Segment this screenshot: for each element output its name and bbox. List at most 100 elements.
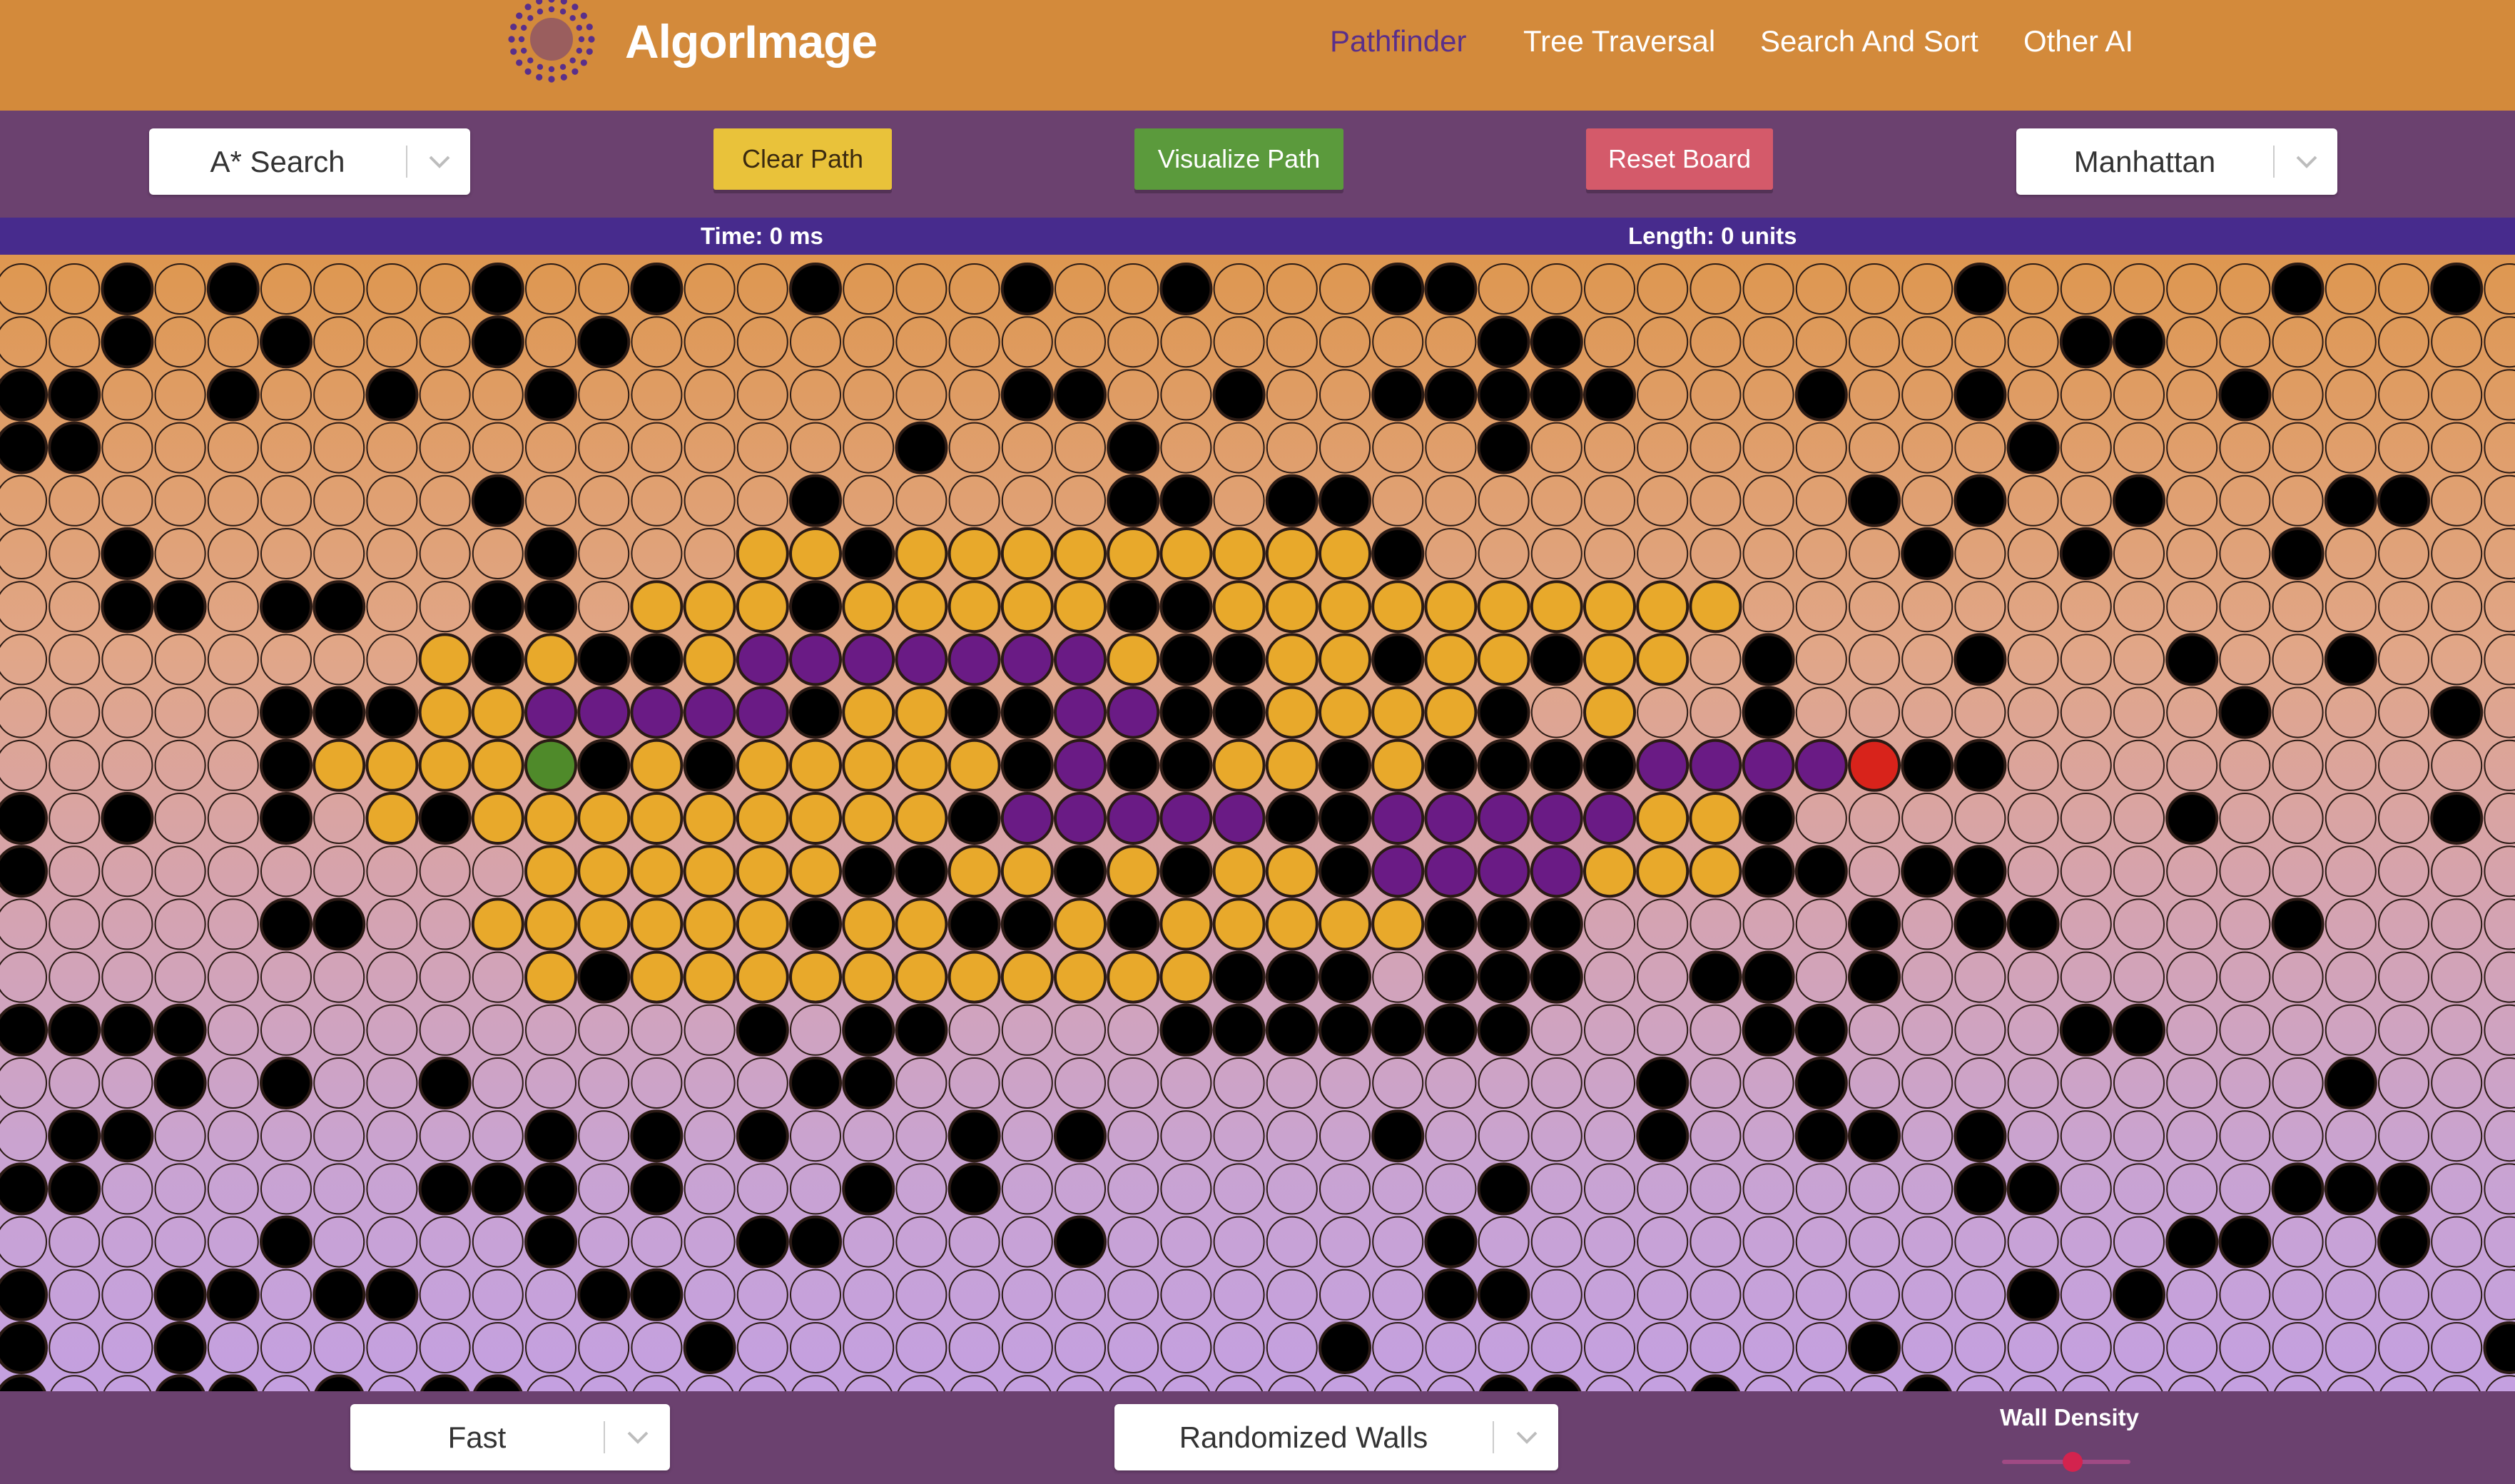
grid-cell-empty[interactable] bbox=[2166, 316, 2218, 368]
grid-cell-empty[interactable] bbox=[1372, 1269, 1424, 1321]
grid-cell-empty[interactable] bbox=[1742, 528, 1794, 579]
grid-cell-empty[interactable] bbox=[736, 422, 788, 474]
grid-cell-visited[interactable] bbox=[1265, 633, 1319, 686]
grid-cell-wall[interactable] bbox=[2113, 1003, 2165, 1057]
grid-cell-empty[interactable] bbox=[2272, 686, 2324, 738]
grid-cell-empty[interactable] bbox=[1795, 316, 1847, 368]
grid-cell-empty[interactable] bbox=[366, 634, 418, 686]
grid-cell-visited[interactable] bbox=[947, 950, 1001, 1004]
grid-cell-empty[interactable] bbox=[1795, 898, 1847, 950]
grid-cell-empty[interactable] bbox=[1319, 1163, 1371, 1215]
grid-cell-wall[interactable] bbox=[0, 368, 48, 422]
grid-cell-empty[interactable] bbox=[2325, 898, 2377, 950]
grid-cell-wall[interactable] bbox=[1319, 792, 1371, 845]
grid-cell-wall[interactable] bbox=[1953, 898, 2007, 951]
grid-cell-empty[interactable] bbox=[260, 951, 312, 1003]
grid-cell-empty[interactable] bbox=[1742, 898, 1794, 950]
grid-cell-empty[interactable] bbox=[895, 1110, 947, 1162]
grid-cell-empty[interactable] bbox=[578, 263, 630, 315]
grid-cell-empty[interactable] bbox=[1954, 793, 2006, 844]
grid-cell-wall[interactable] bbox=[577, 950, 631, 1004]
grid-cell-wall[interactable] bbox=[1212, 686, 1266, 739]
grid-cell-empty[interactable] bbox=[366, 316, 418, 368]
grid-cell-wall[interactable] bbox=[1901, 738, 1954, 792]
grid-cell-visited[interactable] bbox=[789, 950, 842, 1004]
grid-cell-wall[interactable] bbox=[260, 738, 313, 792]
grid-cell-empty[interactable] bbox=[2166, 422, 2218, 474]
grid-cell-visited[interactable] bbox=[1477, 580, 1530, 634]
grid-cell-wall[interactable] bbox=[2113, 474, 2165, 527]
grid-cell-empty[interactable] bbox=[2220, 1375, 2270, 1391]
grid-cell-empty[interactable] bbox=[2219, 951, 2271, 1003]
grid-cell-empty[interactable] bbox=[313, 793, 365, 844]
grid-cell-empty[interactable] bbox=[2272, 845, 2324, 898]
maze-select[interactable]: Randomized Walls bbox=[1114, 1404, 1558, 1470]
grid-cell-empty[interactable] bbox=[1795, 634, 1847, 686]
grid-cell-empty[interactable] bbox=[207, 951, 259, 1003]
grid-cell-empty[interactable] bbox=[2484, 581, 2515, 633]
grid-cell-wall[interactable] bbox=[1848, 474, 1901, 527]
grid-cell-visited[interactable] bbox=[1636, 845, 1690, 898]
grid-cell-empty[interactable] bbox=[2113, 845, 2165, 898]
grid-cell-empty[interactable] bbox=[366, 422, 418, 474]
grid-cell-wall[interactable] bbox=[1689, 950, 1742, 1004]
grid-cell-empty[interactable] bbox=[419, 422, 471, 474]
grid-cell-empty[interactable] bbox=[1213, 1057, 1265, 1109]
grid-cell-empty[interactable] bbox=[1319, 1216, 1371, 1268]
grid-cell-empty[interactable] bbox=[313, 1322, 365, 1373]
grid-cell-empty[interactable] bbox=[1901, 1216, 1953, 1268]
grid-cell-empty[interactable] bbox=[2431, 951, 2483, 1003]
grid-cell-empty[interactable] bbox=[2113, 1163, 2165, 1215]
grid-cell-empty[interactable] bbox=[1849, 1163, 1900, 1215]
grid-cell-empty[interactable] bbox=[1478, 474, 1530, 527]
grid-cell-empty[interactable] bbox=[843, 316, 895, 368]
grid-cell-visited[interactable] bbox=[471, 792, 524, 845]
grid-cell-empty[interactable] bbox=[1107, 369, 1159, 421]
grid-cell-empty[interactable] bbox=[366, 1004, 418, 1056]
grid-cell-empty[interactable] bbox=[2113, 422, 2165, 474]
grid-cell-visited[interactable] bbox=[789, 738, 842, 792]
grid-cell-wall[interactable] bbox=[1054, 368, 1107, 422]
grid-cell-empty[interactable] bbox=[896, 1375, 946, 1391]
grid-cell-wall[interactable] bbox=[1159, 845, 1213, 898]
grid-cell-wall[interactable] bbox=[365, 368, 419, 422]
grid-cell-visited[interactable] bbox=[947, 527, 1001, 580]
grid-cell-empty[interactable] bbox=[2060, 263, 2112, 315]
grid-cell-visited[interactable] bbox=[947, 580, 1001, 634]
grid-cell-visited[interactable] bbox=[683, 950, 736, 1004]
grid-cell-empty[interactable] bbox=[49, 1216, 101, 1268]
grid-cell-wall[interactable] bbox=[1424, 263, 1478, 315]
grid-cell-wall[interactable] bbox=[2165, 633, 2219, 686]
grid-cell-empty[interactable] bbox=[1849, 686, 1900, 738]
grid-cell-wall[interactable] bbox=[842, 1162, 895, 1216]
grid-cell-empty[interactable] bbox=[843, 1269, 895, 1321]
grid-cell-empty[interactable] bbox=[2326, 1375, 2376, 1391]
grid-cell-empty[interactable] bbox=[1742, 1163, 1794, 1215]
grid-cell-path[interactable] bbox=[683, 686, 736, 739]
grid-cell-wall[interactable] bbox=[418, 1057, 472, 1109]
grid-cell-empty[interactable] bbox=[525, 422, 576, 474]
grid-cell-empty[interactable] bbox=[1901, 1322, 1953, 1373]
grid-cell-visited[interactable] bbox=[683, 580, 736, 634]
grid-cell-empty[interactable] bbox=[1107, 1322, 1159, 1373]
grid-cell-empty[interactable] bbox=[0, 1110, 47, 1162]
grid-cell-wall[interactable] bbox=[577, 738, 631, 792]
grid-cell-wall[interactable] bbox=[0, 1162, 48, 1216]
grid-cell-wall[interactable] bbox=[101, 315, 154, 369]
grid-cell-empty[interactable] bbox=[2378, 793, 2429, 844]
grid-cell-empty[interactable] bbox=[1213, 263, 1265, 315]
grid-cell-empty[interactable] bbox=[843, 1375, 893, 1391]
grid-cell-visited[interactable] bbox=[842, 580, 895, 634]
grid-cell-visited[interactable] bbox=[1265, 845, 1319, 898]
grid-cell-wall[interactable] bbox=[1902, 1374, 1952, 1391]
grid-cell-wall[interactable] bbox=[2324, 1057, 2377, 1109]
grid-cell-empty[interactable] bbox=[2484, 898, 2515, 950]
grid-cell-empty[interactable] bbox=[472, 528, 524, 579]
grid-cell-wall[interactable] bbox=[1000, 686, 1054, 739]
grid-cell-empty[interactable] bbox=[684, 1216, 736, 1268]
reset-board-button[interactable]: Reset Board bbox=[1586, 128, 1773, 190]
grid-cell-empty[interactable] bbox=[1425, 1163, 1477, 1215]
grid-cell-wall[interactable] bbox=[48, 1109, 101, 1163]
grid-cell-empty[interactable] bbox=[2167, 1375, 2217, 1391]
grid-cell-empty[interactable] bbox=[366, 1216, 418, 1268]
